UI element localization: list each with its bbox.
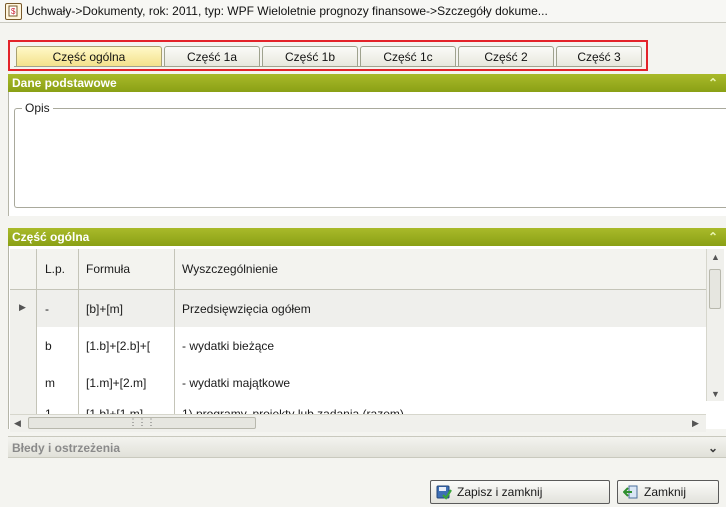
horizontal-scroll-thumb[interactable]: ⋮⋮⋮ xyxy=(28,417,256,429)
cell-wyszczegolnienie[interactable]: - wydatki majątkowe xyxy=(175,364,706,401)
tab-czesc-ogolna[interactable]: Część ogólna xyxy=(16,46,162,67)
save-close-label: Zapisz i zamknij xyxy=(457,485,543,499)
double-chevron-up-icon[interactable]: ⌃ xyxy=(708,74,718,92)
cell-lp[interactable]: b xyxy=(37,327,79,364)
tab-baseline xyxy=(14,66,642,67)
row-header-corner xyxy=(10,249,37,289)
row-selector[interactable] xyxy=(10,401,37,414)
save-close-button[interactable]: Zapisz i zamknij xyxy=(430,480,610,504)
row-selector[interactable] xyxy=(10,327,37,364)
cell-wyszczegolnienie[interactable]: - wydatki bieżące xyxy=(175,327,706,364)
table-row[interactable]: ▶ - [b]+[m] Przedsięwzięcia ogółem xyxy=(10,290,706,328)
cell-lp[interactable]: m xyxy=(37,364,79,401)
grid-header: L.p. Formuła Wyszczególnienie xyxy=(10,249,706,290)
errors-panel-header[interactable]: Błedy i ostrzeżenia ⌄ xyxy=(8,436,726,458)
exit-arrow-icon xyxy=(622,484,639,500)
cell-lp[interactable]: 1 xyxy=(37,401,79,414)
table-row[interactable]: m [1.m]+[2.m] - wydatki majątkowe xyxy=(10,364,706,402)
document-icon: $ xyxy=(5,3,22,20)
cell-wyszczegolnienie[interactable]: Przedsięwzięcia ogółem xyxy=(175,290,706,327)
table-row[interactable]: 1 [1.b]+[1.m] 1) programy, projekty lub … xyxy=(10,401,706,414)
column-header-wyszczegolnienie[interactable]: Wyszczególnienie xyxy=(175,249,706,289)
cell-formula[interactable]: [b]+[m] xyxy=(79,290,175,327)
tab-czesc-1b[interactable]: Część 1b xyxy=(262,46,358,67)
vertical-scroll-thumb[interactable] xyxy=(709,269,721,309)
close-label: Zamknij xyxy=(644,485,687,499)
double-chevron-down-icon[interactable]: ⌄ xyxy=(708,437,718,459)
save-check-icon xyxy=(436,484,452,500)
cell-formula[interactable]: [1.m]+[2.m] xyxy=(79,364,175,401)
cell-lp[interactable]: - xyxy=(37,290,79,327)
double-chevron-up-icon[interactable]: ⌃ xyxy=(708,228,718,246)
window-title: Uchwały->Dokumenty, rok: 2011, typ: WPF … xyxy=(26,4,548,18)
section-title: Część ogólna xyxy=(12,230,90,244)
window: $ Uchwały->Dokumenty, rok: 2011, typ: WP… xyxy=(0,0,726,507)
close-button[interactable]: Zamknij xyxy=(617,480,719,504)
scroll-up-icon[interactable]: ▲ xyxy=(711,252,720,262)
cell-formula[interactable]: [1.b]+[1.m] xyxy=(79,401,175,414)
opis-label: Opis xyxy=(22,101,53,115)
errors-panel-title: Błedy i ostrzeżenia xyxy=(12,441,121,455)
svg-text:$: $ xyxy=(11,7,16,16)
row-selector[interactable] xyxy=(10,364,37,401)
cell-formula[interactable]: [1.b]+[2.b]+[ xyxy=(79,327,175,364)
cell-wyszczegolnienie[interactable]: 1) programy, projekty lub zadania (razem… xyxy=(175,401,706,414)
opis-field[interactable] xyxy=(14,108,726,208)
tab-czesc-1c[interactable]: Część 1c xyxy=(360,46,456,67)
section-header-dane-podstawowe[interactable]: Dane podstawowe ⌃ xyxy=(8,74,726,92)
title-bar: $ Uchwały->Dokumenty, rok: 2011, typ: WP… xyxy=(0,0,726,23)
scroll-right-icon[interactable]: ▶ xyxy=(692,418,699,429)
row-pointer-icon: ▶ xyxy=(19,302,26,312)
tab-czesc-3[interactable]: Część 3 xyxy=(556,46,642,67)
tab-czesc-2[interactable]: Część 2 xyxy=(458,46,554,67)
scroll-down-icon[interactable]: ▼ xyxy=(711,389,720,399)
column-header-formula[interactable]: Formuła xyxy=(79,249,175,289)
tab-czesc-1a[interactable]: Część 1a xyxy=(164,46,260,67)
table-row[interactable]: b [1.b]+[2.b]+[ - wydatki bieżące xyxy=(10,327,706,365)
row-selector[interactable]: ▶ xyxy=(10,290,37,327)
scroll-left-icon[interactable]: ◀ xyxy=(14,418,21,429)
section-header-czesc-ogolna[interactable]: Część ogólna ⌃ xyxy=(8,228,726,246)
section-title: Dane podstawowe xyxy=(12,76,117,90)
vertical-scrollbar[interactable]: ▲ ▼ xyxy=(706,249,724,401)
column-header-lp[interactable]: L.p. xyxy=(37,249,79,289)
horizontal-scrollbar[interactable]: ◀ ⋮⋮⋮ ▶ xyxy=(10,414,706,432)
